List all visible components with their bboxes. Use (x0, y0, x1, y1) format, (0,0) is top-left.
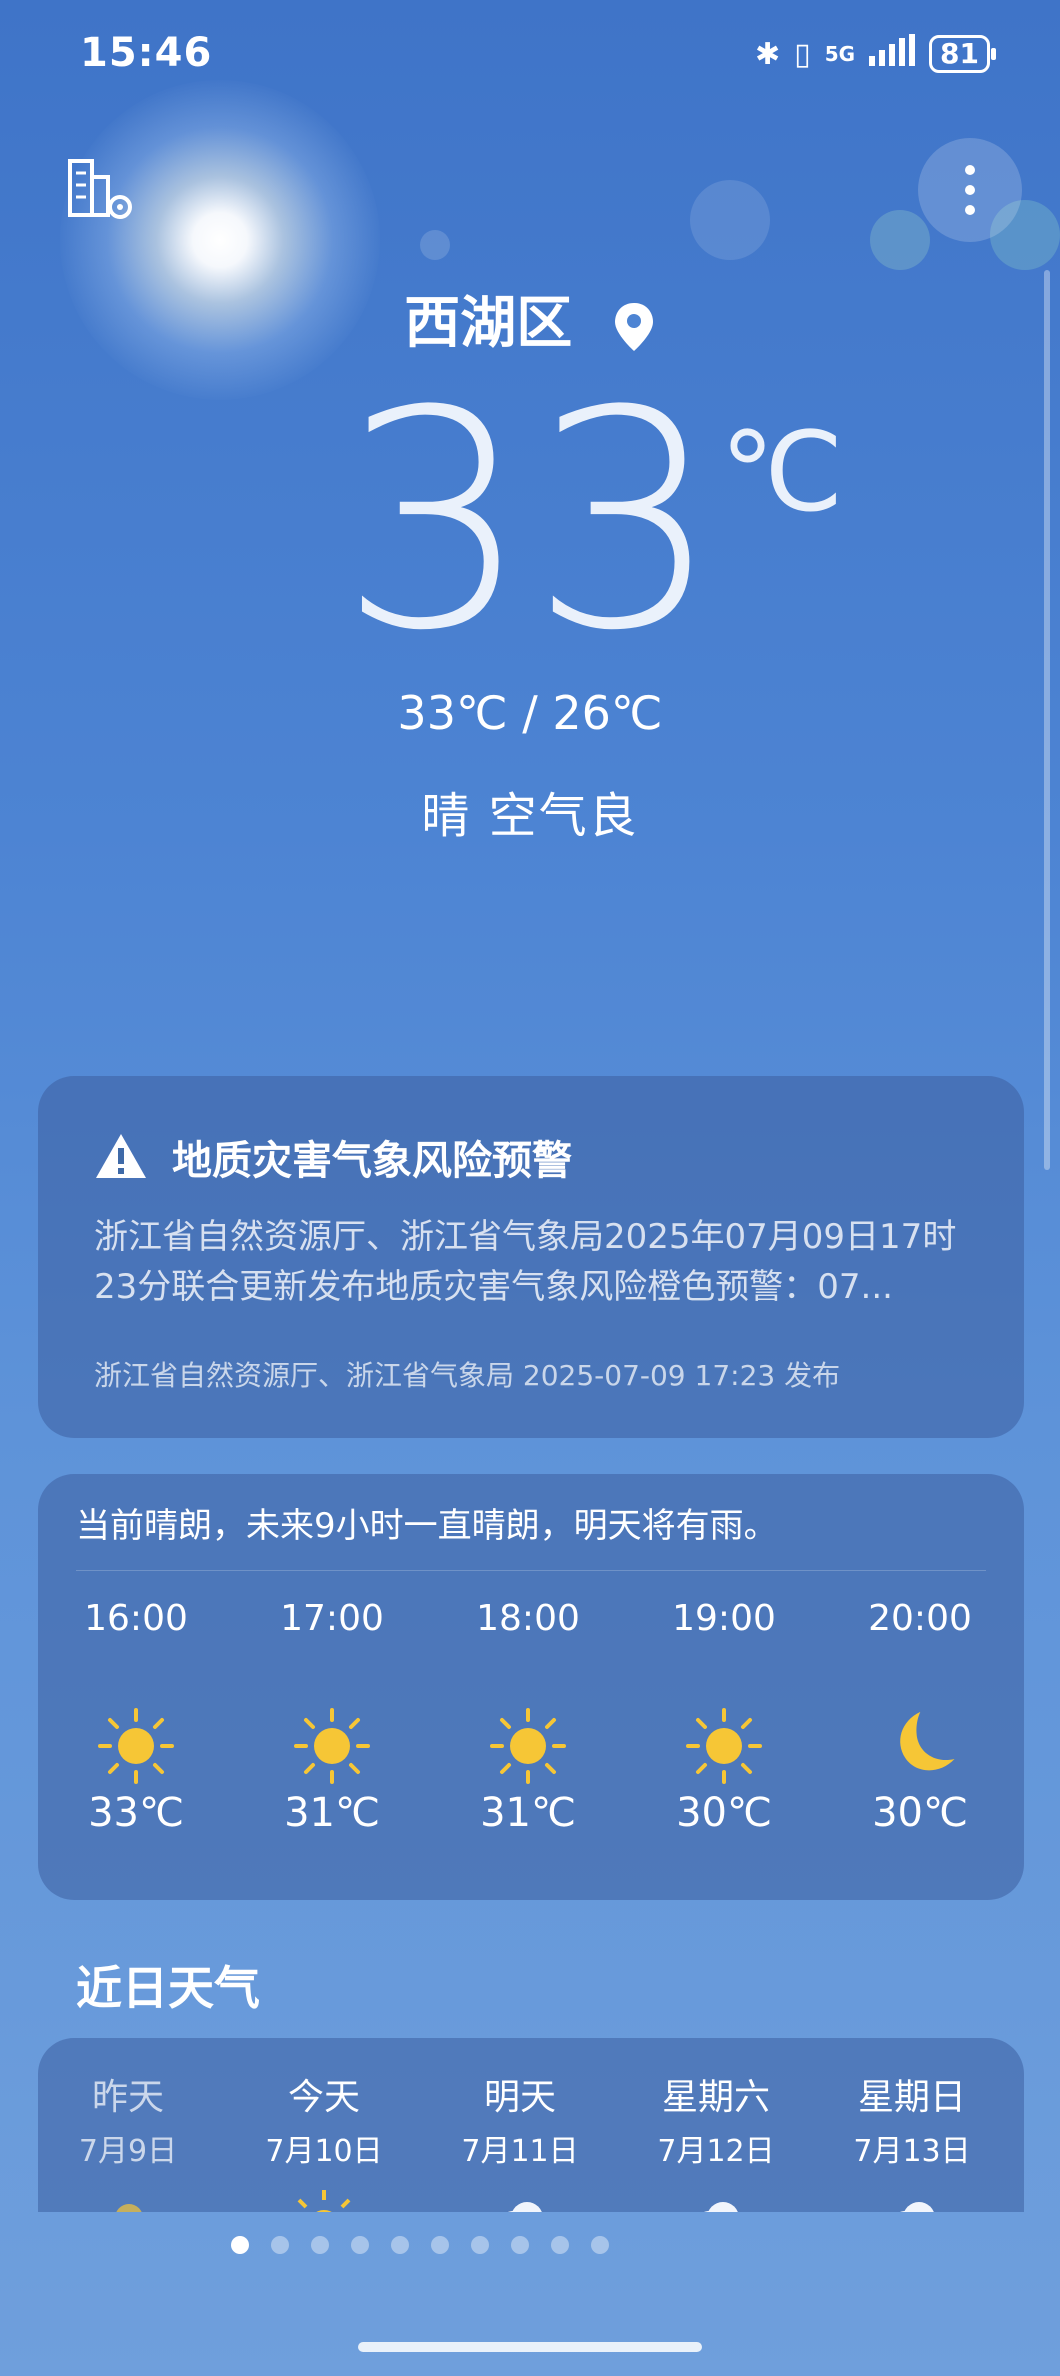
page-dot[interactable] (471, 2236, 489, 2254)
page-dot[interactable] (511, 2236, 529, 2254)
lens-flare (690, 180, 770, 260)
signal-icon (869, 34, 916, 74)
cloud-icon (703, 2202, 738, 2212)
hour-time: 17:00 (280, 1598, 384, 1639)
sun-icon (294, 1708, 370, 1784)
vibrate-icon: ▯ (794, 36, 811, 72)
day-date: 7月10日 (265, 2134, 383, 2169)
day-name: 昨天 (91, 2077, 164, 2118)
high-low-temperature: 33℃ / 26℃ (397, 686, 663, 740)
hour-time: 16:00 (84, 1598, 188, 1639)
current-temperature: 33 (339, 347, 721, 696)
page-dot[interactable] (271, 2236, 289, 2254)
hourly-forecast-card[interactable]: 当前晴朗，未来9小时一直晴朗，明天将有雨。 16:00 33℃ 17:00 31… (38, 1474, 1024, 1900)
warning-card[interactable]: 地质灾害气象风险预警 浙江省自然资源厅、浙江省气象局2025年07月09日17时… (38, 1076, 1024, 1438)
hour-temp: 31℃ (284, 1790, 380, 1836)
weather-condition: 晴 空气良 (421, 788, 639, 844)
daily-forecast-card[interactable]: 昨天 7月9日 今天 7月10日 明天 7月11日 星期六 7月12日 星期日 … (38, 2038, 1024, 2212)
hour-temp: 30℃ (676, 1790, 772, 1836)
hour-time: 19:00 (672, 1598, 776, 1639)
page-dot[interactable] (391, 2236, 409, 2254)
day-name: 星期六 (661, 2077, 770, 2118)
hour-time: 18:00 (476, 1598, 580, 1639)
page-dot[interactable] (591, 2236, 609, 2254)
warning-body: 浙江省自然资源厅、浙江省气象局2025年07月09日17时23分联合更新发布地质… (94, 1217, 957, 1307)
home-indicator[interactable] (358, 2342, 702, 2352)
section-title-daily: 近日天气 (76, 1961, 260, 2015)
day-date: 7月9日 (78, 2134, 178, 2169)
moon-icon (900, 1711, 955, 1771)
day-date: 7月11日 (461, 2134, 579, 2169)
signal-label: 5G (824, 42, 856, 66)
hour-time: 20:00 (868, 1598, 972, 1639)
forecast-summary: 当前晴朗，未来9小时一直晴朗，明天将有雨。 (76, 1506, 778, 1546)
cloud-icon (507, 2202, 542, 2212)
location-pin-icon (614, 302, 653, 351)
lens-flare (420, 230, 450, 260)
lens-flare (870, 210, 930, 270)
sun-icon (98, 1708, 174, 1784)
sun-cloud-icon (116, 2204, 142, 2212)
page-indicator[interactable] (0, 2236, 950, 2254)
day-name: 星期日 (857, 2077, 966, 2118)
status-bar: 15:46 ✱ ▯ 5G 81 (0, 0, 1060, 110)
hour-temp: 31℃ (480, 1790, 576, 1836)
warning-source: 浙江省自然资源厅、浙江省气象局 2025-07-09 17:23 发布 (94, 1359, 841, 1392)
day-name: 明天 (483, 2077, 556, 2118)
page-dot[interactable] (311, 2236, 329, 2254)
page-dot[interactable] (551, 2236, 569, 2254)
sun-icon (686, 1708, 762, 1784)
divider (76, 1570, 986, 1571)
sun-icon (297, 2190, 351, 2212)
more-menu-button[interactable] (918, 138, 1022, 242)
page-dot[interactable] (431, 2236, 449, 2254)
bluetooth-icon: ✱ (755, 36, 781, 72)
page-dot[interactable] (351, 2236, 369, 2254)
hour-temp: 30℃ (872, 1790, 968, 1836)
warning-icon (96, 1134, 146, 1178)
day-date: 7月12日 (657, 2134, 775, 2169)
cloud-icon (899, 2202, 934, 2212)
more-vertical-icon (965, 165, 975, 215)
day-name: 今天 (287, 2077, 360, 2118)
city-manage-button[interactable] (50, 138, 154, 242)
scrollbar[interactable] (1044, 270, 1050, 1170)
status-time: 15:46 (80, 30, 213, 76)
temperature-unit: ℃ (720, 408, 844, 536)
battery-indicator: 81 (929, 35, 996, 73)
warning-title: 地质灾害气象风险预警 (172, 1138, 572, 1184)
page-dot[interactable] (231, 2236, 249, 2254)
sun-icon (490, 1708, 566, 1784)
day-date: 7月13日 (853, 2134, 971, 2169)
status-icons: ✱ ▯ 5G 81 (755, 34, 996, 74)
city-settings-icon (68, 159, 132, 219)
hour-temp: 33℃ (88, 1790, 184, 1836)
